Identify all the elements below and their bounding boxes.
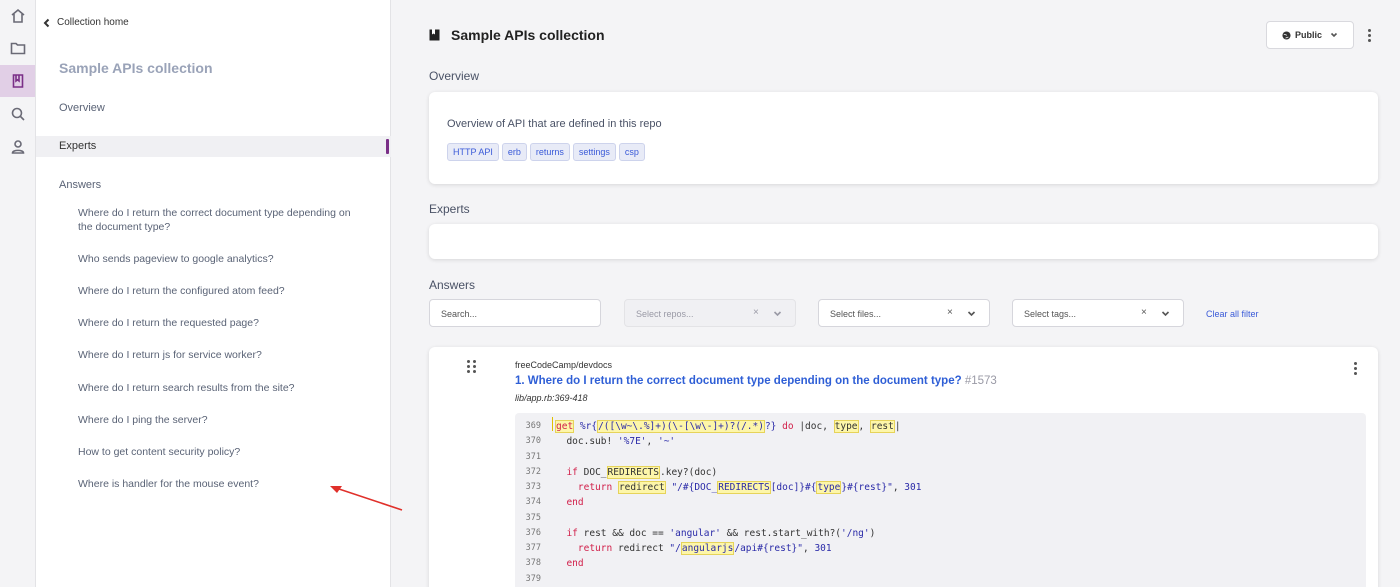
line-number: 374: [525, 497, 541, 507]
tag[interactable]: HTTP API: [447, 143, 499, 161]
clear-icon[interactable]: ×: [947, 307, 953, 318]
line-number: 373: [525, 482, 541, 492]
icon-rail: [0, 0, 36, 587]
tags-select[interactable]: Select tags... ×: [1012, 299, 1184, 327]
overview-heading: Overview: [429, 69, 480, 83]
line-number: 371: [525, 452, 541, 462]
code-snippet: 369 get %r{/([\w~\.%]+)(\-[\w\-]+)?(/.*)?…: [515, 413, 1366, 587]
line-number: 379: [525, 574, 541, 584]
repos-placeholder: Select repos...: [636, 309, 694, 319]
collection-sidebar: Collection home Sample APIs collection O…: [36, 0, 403, 587]
line-number: 376: [525, 528, 541, 538]
visibility-dropdown[interactable]: Public: [1266, 21, 1354, 49]
answer-more-options-icon[interactable]: [1354, 362, 1357, 375]
sidebar-question[interactable]: How to get content security policy?: [78, 445, 368, 459]
chevron-left-icon: [43, 18, 50, 27]
user-icon[interactable]: [0, 131, 35, 163]
answers-heading: Answers: [429, 278, 476, 292]
line-number: 372: [525, 467, 541, 477]
answer-file-path[interactable]: lib/app.rb:369-418: [515, 393, 588, 403]
folder-icon[interactable]: [0, 32, 35, 64]
page-title: Sample APIs collection: [429, 27, 605, 43]
globe-icon: [1282, 30, 1291, 40]
book-icon: [429, 29, 440, 41]
sidebar-title: Sample APIs collection: [59, 60, 213, 76]
collection-home-link[interactable]: Collection home: [42, 17, 129, 28]
repos-select: Select repos... ×: [624, 299, 796, 327]
tag[interactable]: settings: [572, 143, 616, 161]
main-content: Sample APIs collection Public Overview O…: [392, 0, 1400, 587]
clear-icon: ×: [753, 307, 759, 318]
collection-home-label: Collection home: [57, 17, 129, 28]
page-title-text: Sample APIs collection: [451, 27, 605, 43]
answer-title[interactable]: 1. Where do I return the correct documen…: [515, 375, 997, 387]
tags-placeholder: Select tags...: [1024, 309, 1077, 319]
chevron-down-icon: [1330, 32, 1338, 38]
sidebar-question[interactable]: Where do I return the requested page?: [78, 316, 368, 330]
overview-description: Overview of API that are defined in this…: [447, 118, 662, 130]
line-number: 369: [525, 421, 541, 431]
search-placeholder: Search...: [441, 309, 478, 319]
active-indicator: [386, 139, 389, 154]
answer-repo[interactable]: freeCodeCamp/devdocs: [515, 360, 612, 370]
answer-title-text[interactable]: 1. Where do I return the correct documen…: [515, 375, 962, 387]
line-number: 370: [525, 436, 541, 446]
tag[interactable]: returns: [529, 143, 570, 161]
book-icon[interactable]: [0, 65, 35, 97]
visibility-label: Public: [1294, 30, 1322, 40]
sidebar-question[interactable]: Where do I ping the server?: [78, 413, 368, 427]
sidebar-item-answers[interactable]: Answers: [59, 179, 101, 191]
tag-list: HTTP API erb returns settings csp: [447, 143, 645, 161]
search-icon[interactable]: [0, 98, 35, 130]
overview-card: Overview of API that are defined in this…: [429, 92, 1378, 184]
highlight-marker: [552, 417, 553, 431]
chevron-down-icon: [773, 311, 782, 317]
more-options-icon[interactable]: [1368, 29, 1371, 42]
tag[interactable]: erb: [501, 143, 527, 161]
sidebar-question[interactable]: Where do I return search results from th…: [78, 381, 368, 395]
files-placeholder: Select files...: [830, 309, 882, 319]
line-number: 375: [525, 513, 541, 523]
clear-icon[interactable]: ×: [1141, 307, 1147, 318]
answers-search-input[interactable]: Search...: [429, 299, 601, 327]
chevron-down-icon[interactable]: [1161, 309, 1170, 318]
sidebar-question[interactable]: Where do I return the configured atom fe…: [78, 284, 368, 298]
line-number: 377: [525, 543, 541, 553]
files-select[interactable]: Select files... ×: [818, 299, 990, 327]
experts-card: [429, 224, 1378, 259]
sidebar-item-experts[interactable]: Experts: [36, 136, 391, 157]
answer-card: freeCodeCamp/devdocs 1. Where do I retur…: [429, 347, 1378, 587]
experts-heading: Experts: [429, 202, 470, 216]
sidebar-question[interactable]: Where do I return js for service worker?: [78, 348, 368, 362]
sidebar-item-experts-label: Experts: [59, 140, 97, 152]
sidebar-question[interactable]: Who sends pageview to google analytics?: [78, 252, 368, 266]
sidebar-question[interactable]: Where do I return the correct document t…: [78, 206, 368, 234]
clear-all-filter-link[interactable]: Clear all filter: [1206, 309, 1259, 319]
sidebar-item-overview[interactable]: Overview: [59, 102, 105, 114]
chevron-down-icon[interactable]: [967, 309, 976, 318]
drag-handle-icon[interactable]: [467, 360, 476, 373]
tag[interactable]: csp: [618, 143, 645, 161]
home-icon[interactable]: [0, 0, 35, 32]
line-number: 378: [525, 558, 541, 568]
sidebar-question[interactable]: Where is handler for the mouse event?: [78, 477, 368, 491]
answer-number: #1573: [964, 375, 997, 387]
